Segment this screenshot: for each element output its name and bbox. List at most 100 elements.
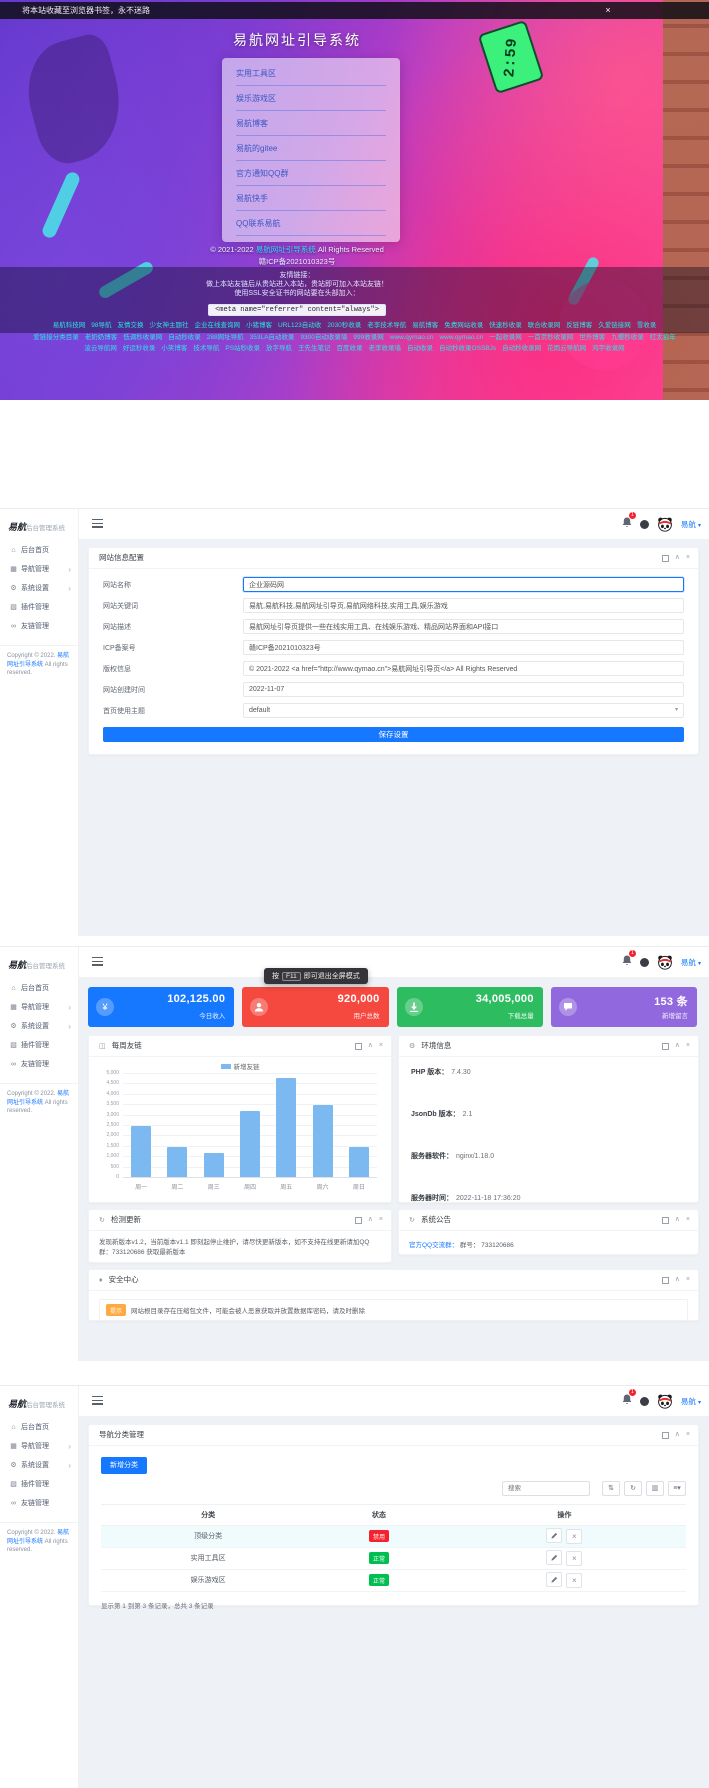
friend-link[interactable]: 老李收录墙	[369, 345, 402, 354]
collapse-icon[interactable]: ∧	[675, 1270, 680, 1290]
friend-link[interactable]: 自动秒收录OSSBJs	[439, 345, 496, 354]
collapse-icon[interactable]: ∧	[675, 1036, 680, 1056]
sidebar-item-导航管理[interactable]: ▦导航管理›	[0, 1437, 78, 1456]
sidebar-item-系统设置[interactable]: ⚙系统设置›	[0, 579, 78, 598]
close-icon[interactable]: ×	[379, 1036, 383, 1056]
friend-link[interactable]: 花雨云导航网	[547, 345, 586, 354]
friend-link[interactable]: 友情交换	[117, 322, 143, 331]
sidebar-copyright-link[interactable]: 易航网址引导系统	[7, 1530, 69, 1545]
delete-button[interactable]: ×	[566, 1529, 582, 1544]
sidebar-item-插件管理[interactable]: ▧插件管理	[0, 1475, 78, 1494]
friend-link[interactable]: 低调秒收录网	[123, 334, 162, 343]
form-input-版权信息[interactable]	[243, 661, 684, 676]
expand-icon[interactable]	[355, 1043, 362, 1050]
friend-link[interactable]: 易航科技网	[53, 322, 86, 331]
friend-link[interactable]: 雪收录	[637, 322, 657, 331]
friend-link[interactable]: 98导航	[91, 322, 111, 331]
friend-link[interactable]: 易航博客	[412, 322, 438, 331]
friend-link[interactable]: 自动秒收录网	[502, 345, 541, 354]
hero-menu-link[interactable]: 易航博客	[236, 111, 386, 136]
avatar[interactable]	[657, 516, 673, 532]
close-icon[interactable]: ×	[379, 1210, 383, 1230]
hero-menu-link[interactable]: QQ联系易航	[236, 211, 386, 236]
theme-select[interactable]: default▾	[243, 703, 684, 718]
friend-link[interactable]: 快速秒收录	[489, 322, 522, 331]
friend-link[interactable]: 凌云导航网	[84, 345, 117, 354]
close-icon[interactable]: ×	[686, 1036, 690, 1056]
friend-link[interactable]: 自动秒收录	[168, 334, 201, 343]
sidebar-item-友链管理[interactable]: ∞友链管理	[0, 1055, 78, 1074]
expand-icon[interactable]	[662, 1217, 669, 1224]
notifications-bell-icon[interactable]: 1	[622, 515, 632, 533]
friend-link[interactable]: 企业在线查询网	[194, 322, 240, 331]
theme-toggle-icon[interactable]	[640, 958, 649, 967]
expand-icon[interactable]	[355, 1217, 362, 1224]
user-menu[interactable]: 易航 ▾	[681, 957, 701, 968]
save-settings-button[interactable]: 保存设置	[103, 727, 684, 742]
edit-button[interactable]	[546, 1572, 562, 1587]
sidebar-item-插件管理[interactable]: ▧插件管理	[0, 1036, 78, 1055]
avatar[interactable]	[657, 1393, 673, 1409]
friend-link[interactable]: www.qymao.cn	[439, 334, 483, 343]
friend-link[interactable]: www.qymao.cn	[390, 334, 434, 343]
friend-link[interactable]: 鸿宇收录网	[592, 345, 625, 354]
sidebar-item-后台首页[interactable]: ⌂后台首页	[0, 1418, 78, 1437]
friend-link[interactable]: 一首页秒收录网	[528, 334, 574, 343]
friend-link[interactable]: 联合收录网	[528, 322, 561, 331]
hero-menu-link[interactable]: 实用工具区	[236, 61, 386, 86]
columns-icon[interactable]: ▥	[646, 1481, 664, 1496]
delete-button[interactable]: ×	[566, 1551, 582, 1566]
form-input-网站创建时间[interactable]	[243, 682, 684, 697]
friend-link[interactable]: 放字导航	[266, 345, 292, 354]
sidebar-item-插件管理[interactable]: ▧插件管理	[0, 598, 78, 617]
collapse-icon[interactable]: ∧	[675, 1210, 680, 1230]
friend-link[interactable]: 百度收录	[337, 345, 363, 354]
sidebar-item-导航管理[interactable]: ▦导航管理›	[0, 560, 78, 579]
friend-link[interactable]: 2030秒收录	[327, 322, 361, 331]
form-input-网站描述[interactable]	[243, 619, 684, 634]
friend-link[interactable]: 反链博客	[566, 322, 592, 331]
theme-toggle-icon[interactable]	[640, 1397, 649, 1406]
hero-menu-link[interactable]: 易航快手	[236, 186, 386, 211]
friend-link[interactable]: 久爱链接网	[598, 322, 631, 331]
collapse-icon[interactable]: ∧	[368, 1036, 373, 1056]
hero-menu-link[interactable]: 官方通知QQ群	[236, 161, 386, 186]
sidebar-copyright-link[interactable]: 易航网址引导系统	[7, 1091, 69, 1106]
add-category-button[interactable]: 新增分类	[101, 1457, 147, 1474]
edit-button[interactable]	[546, 1528, 562, 1543]
search-input[interactable]	[502, 1481, 590, 1496]
close-icon[interactable]: ×	[686, 1270, 690, 1290]
friend-link[interactable]: 一起收录网	[489, 334, 522, 343]
friend-link[interactable]: 世外博客	[579, 334, 605, 343]
form-input-网站名称[interactable]	[243, 577, 684, 592]
hero-menu-link[interactable]: 娱乐游戏区	[236, 86, 386, 111]
friend-link[interactable]: 自动收录	[407, 345, 433, 354]
user-menu[interactable]: 易航 ▾	[681, 519, 701, 530]
expand-icon[interactable]	[662, 555, 669, 562]
sidebar-item-友链管理[interactable]: ∞友链管理	[0, 617, 78, 636]
friend-link[interactable]: URL123自动收	[278, 322, 321, 331]
friend-link[interactable]: 免费网站收录	[444, 322, 483, 331]
sidebar-item-友链管理[interactable]: ∞友链管理	[0, 1494, 78, 1513]
copyright-site-link[interactable]: 易航网址引导系统	[256, 245, 316, 254]
friend-link[interactable]: 王先生笔记	[298, 345, 331, 354]
close-icon[interactable]: ×	[686, 1210, 690, 1230]
edit-button[interactable]	[546, 1550, 562, 1565]
collapse-icon[interactable]: ∧	[675, 1425, 680, 1445]
form-input-网站关键词[interactable]	[243, 598, 684, 613]
friend-link[interactable]: 999收录网	[353, 334, 383, 343]
sidebar-item-后台首页[interactable]: ⌂后台首页	[0, 979, 78, 998]
close-icon[interactable]: ×	[601, 2, 615, 19]
expand-icon[interactable]	[662, 1432, 669, 1439]
user-menu[interactable]: 易航 ▾	[681, 1396, 701, 1407]
sidebar-item-系统设置[interactable]: ⚙系统设置›	[0, 1456, 78, 1475]
hero-menu-link[interactable]: 易航的gitee	[236, 136, 386, 161]
friend-link[interactable]: 353LA自动收录	[250, 334, 295, 343]
delete-button[interactable]: ×	[566, 1573, 582, 1588]
expand-icon[interactable]	[662, 1277, 669, 1284]
friend-link[interactable]: 288网址导航	[207, 334, 244, 343]
hamburger-menu-icon[interactable]	[92, 1396, 103, 1407]
collapse-icon[interactable]: ∧	[368, 1210, 373, 1230]
notifications-bell-icon[interactable]: 1	[622, 953, 632, 971]
theme-toggle-icon[interactable]	[640, 520, 649, 529]
